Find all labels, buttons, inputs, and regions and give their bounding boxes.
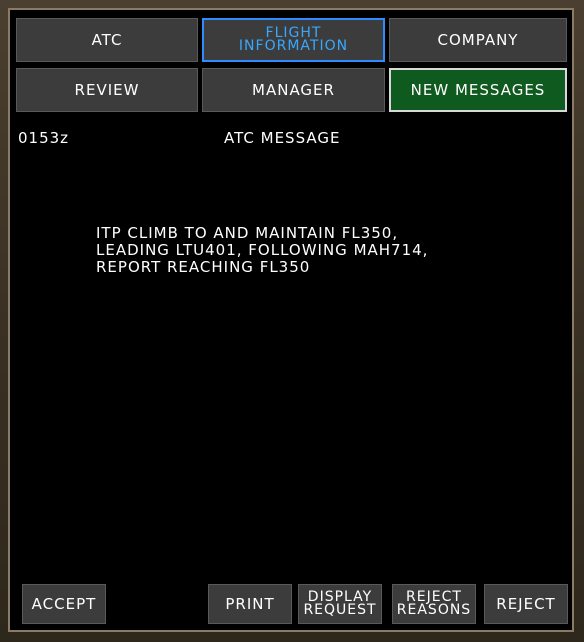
display-request-button[interactable]: DISPLAY REQUEST: [298, 584, 382, 624]
tab-new-messages[interactable]: NEW MESSAGES: [389, 68, 567, 112]
message-timestamp: 0153z: [18, 129, 70, 147]
message-header: ATC MESSAGE: [224, 129, 341, 147]
tab-company[interactable]: COMPANY: [389, 18, 567, 62]
accept-button[interactable]: ACCEPT: [22, 584, 106, 624]
message-line: ITP CLIMB TO AND MAINTAIN FL350,: [96, 224, 399, 242]
tab-manager[interactable]: MANAGER: [202, 68, 385, 112]
reject-button[interactable]: REJECT: [484, 584, 568, 624]
tab-flight-information[interactable]: FLIGHT INFORMATION: [202, 18, 385, 62]
reject-reasons-button[interactable]: REJECT REASONS: [392, 584, 476, 624]
datalink-screen: ATC FLIGHT INFORMATION COMPANY REVIEW MA…: [8, 8, 574, 632]
tab-atc[interactable]: ATC: [16, 18, 198, 62]
display-bezel: ATC FLIGHT INFORMATION COMPANY REVIEW MA…: [0, 0, 584, 642]
print-button[interactable]: PRINT: [208, 584, 292, 624]
message-line: LEADING LTU401, FOLLOWING MAH714,: [96, 241, 429, 259]
message-line: REPORT REACHING FL350: [96, 258, 311, 276]
tab-review[interactable]: REVIEW: [16, 68, 198, 112]
message-body: ITP CLIMB TO AND MAINTAIN FL350, LEADING…: [96, 225, 428, 276]
